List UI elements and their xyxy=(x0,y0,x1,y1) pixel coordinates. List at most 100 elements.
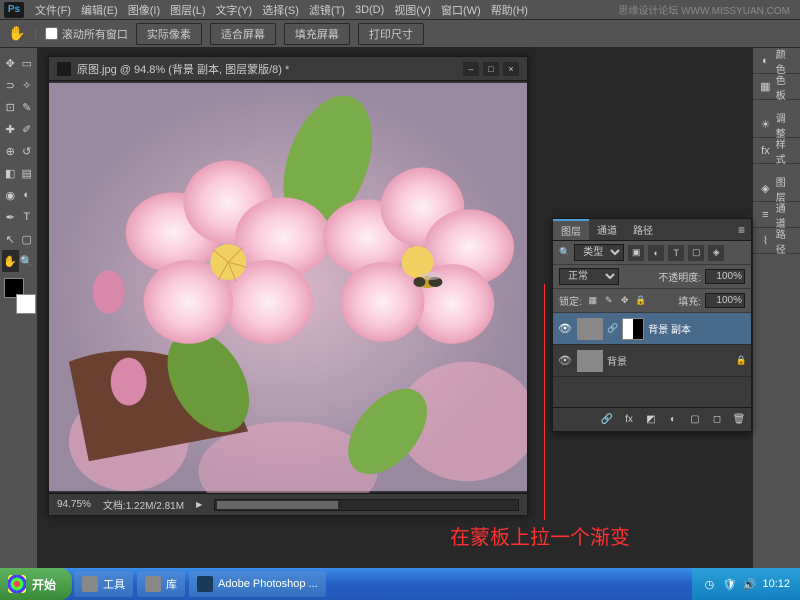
hand-tool-icon[interactable]: ✋ xyxy=(8,25,26,43)
rail-paths[interactable]: ⌇路径 xyxy=(753,228,800,254)
layer-thumbnail[interactable] xyxy=(577,350,603,372)
rail-layers[interactable]: ◈图层 xyxy=(753,176,800,202)
adjustments-icon: ☀ xyxy=(759,118,772,132)
shape-tool[interactable]: ▢ xyxy=(19,228,36,250)
menu-select[interactable]: 选择(S) xyxy=(257,2,304,18)
visibility-toggle[interactable]: 👁 xyxy=(557,353,573,369)
layer-mask-button[interactable]: ◩ xyxy=(643,412,659,428)
doc-maximize-button[interactable]: □ xyxy=(483,62,499,76)
layer-name[interactable]: 背景 xyxy=(607,353,627,368)
doc-minimize-button[interactable]: – xyxy=(463,62,479,76)
tab-layers[interactable]: 图层 xyxy=(553,219,589,240)
delete-layer-button[interactable]: 🗑 xyxy=(731,412,747,428)
menu-layer[interactable]: 图层(L) xyxy=(165,2,210,18)
zoom-level[interactable]: 94.75% xyxy=(57,499,91,510)
history-brush-tool[interactable]: ↺ xyxy=(19,140,36,162)
layer-thumbnail[interactable] xyxy=(577,318,603,340)
paths-icon: ⌇ xyxy=(759,234,772,248)
menu-window[interactable]: 窗口(W) xyxy=(436,2,486,18)
layer-style-button[interactable]: fx xyxy=(621,412,637,428)
tab-channels[interactable]: 通道 xyxy=(589,219,625,240)
filter-shape-icon[interactable]: ▢ xyxy=(688,245,704,261)
dodge-tool[interactable]: ◐ xyxy=(19,184,36,206)
menu-view[interactable]: 视图(V) xyxy=(389,2,436,18)
rail-swatches[interactable]: ▦色板 xyxy=(753,74,800,100)
channels-icon: ≡ xyxy=(759,208,772,222)
blur-tool[interactable]: ◉ xyxy=(2,184,19,206)
visibility-toggle[interactable]: 👁 xyxy=(557,321,573,337)
panel-menu-button[interactable]: ≡ xyxy=(732,223,751,237)
document-tab[interactable]: 原图.jpg @ 94.8% (背景 副本, 图层蒙版/8) * – □ × xyxy=(49,57,527,81)
blend-mode-select[interactable]: 正常 xyxy=(559,268,619,285)
rail-color[interactable]: ◐颜色 xyxy=(753,48,800,74)
new-layer-button[interactable]: ◻ xyxy=(709,412,725,428)
rail-styles[interactable]: fx样式 xyxy=(753,138,800,164)
fill-input[interactable] xyxy=(705,293,745,308)
clock[interactable]: 10:12 xyxy=(762,578,790,590)
fit-screen-button[interactable]: 适合屏幕 xyxy=(210,23,276,45)
layer-filter-kind[interactable]: 类型 xyxy=(574,244,624,261)
filter-smart-icon[interactable]: ◈ xyxy=(708,245,724,261)
menu-help[interactable]: 帮助(H) xyxy=(486,2,533,18)
menu-filter[interactable]: 滤镜(T) xyxy=(304,2,350,18)
lasso-tool[interactable]: ⊃ xyxy=(2,74,19,96)
heal-tool[interactable]: ✚ xyxy=(2,118,19,140)
marquee-tool[interactable]: ▭ xyxy=(19,52,36,74)
brush-tool[interactable]: ✐ xyxy=(19,118,36,140)
taskbar-item[interactable]: Adobe Photoshop ... xyxy=(189,571,326,597)
opacity-input[interactable] xyxy=(705,269,745,284)
layer-mask-thumbnail[interactable] xyxy=(622,318,644,340)
lock-all-icon[interactable]: 🔒 xyxy=(634,294,648,308)
fill-screen-button[interactable]: 填充屏幕 xyxy=(284,23,350,45)
eyedropper-tool[interactable]: ✎ xyxy=(19,96,36,118)
print-size-button[interactable]: 打印尺寸 xyxy=(358,23,424,45)
ps-logo: Ps xyxy=(4,2,24,18)
menu-image[interactable]: 图像(I) xyxy=(123,2,165,18)
color-swatches[interactable] xyxy=(4,278,36,314)
rail-adjustments[interactable]: ☀调整 xyxy=(753,112,800,138)
menu-file[interactable]: 文件(F) xyxy=(30,2,76,18)
canvas-image xyxy=(49,81,527,493)
group-button[interactable]: ▢ xyxy=(687,412,703,428)
menu-3d[interactable]: 3D(D) xyxy=(350,4,389,16)
type-tool[interactable]: T xyxy=(19,206,36,228)
filter-adjustment-icon[interactable]: ◐ xyxy=(648,245,664,261)
menu-edit[interactable]: 编辑(E) xyxy=(76,2,123,18)
layer-item[interactable]: 👁 背景 🔒 xyxy=(553,345,751,377)
crop-tool[interactable]: ⊡ xyxy=(2,96,19,118)
lock-position-icon[interactable]: ✥ xyxy=(618,294,632,308)
doc-close-button[interactable]: × xyxy=(503,62,519,76)
gradient-tool[interactable]: ▤ xyxy=(19,162,36,184)
canvas[interactable] xyxy=(49,81,527,493)
path-tool[interactable]: ↖ xyxy=(2,228,19,250)
start-button[interactable]: 开始 xyxy=(0,568,72,600)
background-color[interactable] xyxy=(16,294,36,314)
filter-type-icon[interactable]: T xyxy=(668,245,684,261)
hand-tool[interactable]: ✋ xyxy=(2,250,19,272)
scroll-all-windows-checkbox[interactable]: 滚动所有窗口 xyxy=(45,26,128,42)
taskbar-item[interactable]: 库 xyxy=(137,571,185,597)
adjustment-layer-button[interactable]: ◐ xyxy=(665,412,681,428)
horizontal-scrollbar[interactable] xyxy=(214,499,519,511)
link-layers-button[interactable]: 🔗 xyxy=(599,412,615,428)
tray-icon[interactable]: ◷ xyxy=(702,577,716,591)
rail-channels[interactable]: ≡通道 xyxy=(753,202,800,228)
tray-icon[interactable]: 🛡 xyxy=(722,577,736,591)
pen-tool[interactable]: ✒ xyxy=(2,206,19,228)
wand-tool[interactable]: ✧ xyxy=(19,74,36,96)
lock-transparent-icon[interactable]: ▦ xyxy=(586,294,600,308)
layer-name[interactable]: 背景 副本 xyxy=(648,321,691,336)
tab-paths[interactable]: 路径 xyxy=(625,219,661,240)
actual-pixels-button[interactable]: 实际像素 xyxy=(136,23,202,45)
system-tray[interactable]: ◷ 🛡 🔊 10:12 xyxy=(692,568,800,600)
volume-icon[interactable]: 🔊 xyxy=(742,577,756,591)
stamp-tool[interactable]: ⊕ xyxy=(2,140,19,162)
menu-type[interactable]: 文字(Y) xyxy=(211,2,258,18)
taskbar-item[interactable]: 工具 xyxy=(74,571,133,597)
lock-pixels-icon[interactable]: ✎ xyxy=(602,294,616,308)
filter-pixel-icon[interactable]: ▣ xyxy=(628,245,644,261)
layer-item[interactable]: 👁 🔗 背景 副本 xyxy=(553,313,751,345)
eraser-tool[interactable]: ◧ xyxy=(2,162,19,184)
move-tool[interactable]: ✥ xyxy=(2,52,19,74)
zoom-tool[interactable]: 🔍 xyxy=(19,250,36,272)
